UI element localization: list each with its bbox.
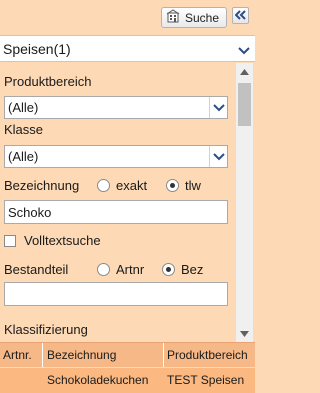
search-button-label: Suche	[185, 10, 220, 25]
chevron-down-icon	[209, 97, 227, 118]
column-header-bezeichnung[interactable]: Bezeichnung	[43, 343, 164, 367]
volltextsuche-checkbox[interactable]: Volltextsuche	[4, 233, 101, 248]
produktbereich-select[interactable]: (Alle)	[4, 96, 228, 119]
checkbox-unchecked[interactable]	[4, 234, 16, 247]
klasse-label: Klasse	[4, 122, 44, 137]
collapse-panel-button[interactable]	[232, 7, 249, 24]
panel-scrollbar[interactable]	[236, 63, 253, 342]
radio-unchecked[interactable]	[97, 179, 110, 192]
scroll-down-icon[interactable]	[236, 325, 253, 342]
cell-produktbereich: TEST Speisen	[167, 373, 245, 387]
bez-label: Bez	[181, 262, 204, 277]
scrollbar-thumb[interactable]	[238, 83, 251, 126]
building-icon	[166, 9, 180, 26]
radio-checked[interactable]	[166, 179, 179, 192]
table-header: Artnr. Bezeichnung Produktbereich	[0, 342, 255, 367]
top-bar: Suche	[0, 0, 255, 34]
table-row[interactable]: Schokoladekuchen TEST Speisen	[0, 368, 255, 393]
bestandteil-label: Bestandteil	[4, 262, 69, 277]
chevron-down-icon	[238, 43, 250, 58]
klassifizierung-label: Klassifizierung	[4, 322, 88, 337]
cell-artnr	[0, 368, 43, 393]
results-table: Artnr. Bezeichnung Produktbereich Schoko…	[0, 342, 255, 393]
klasse-value: (Alle)	[8, 149, 39, 164]
bestandteil-bez-radio[interactable]: Bez	[162, 262, 203, 277]
column-header-artnr[interactable]: Artnr.	[0, 343, 43, 367]
bezeichnung-tlw-radio[interactable]: tlw	[166, 178, 201, 193]
bezeichnung-input[interactable]	[4, 200, 228, 224]
radio-checked[interactable]	[162, 263, 175, 276]
double-chevron-left-icon	[234, 8, 246, 23]
artnr-label: Artnr	[116, 262, 145, 277]
bestandteil-input[interactable]	[4, 282, 228, 306]
klasse-select[interactable]: (Alle)	[4, 145, 228, 168]
bezeichnung-label: Bezeichnung	[4, 178, 80, 193]
produktbereich-value: (Alle)	[8, 100, 39, 115]
bestandteil-artnr-radio[interactable]: Artnr	[97, 262, 144, 277]
bezeichnung-exakt-radio[interactable]: exakt	[97, 178, 147, 193]
tlw-label: tlw	[185, 178, 201, 193]
volltextsuche-label: Volltextsuche	[24, 233, 101, 248]
produktbereich-label: Produktbereich	[4, 74, 92, 89]
filter-panel: Produktbereich (Alle) Klasse (Alle) Beze…	[0, 63, 255, 342]
cell-bezeichnung: Schokoladekuchen	[47, 373, 149, 387]
category-select-value: Speisen(1)	[3, 41, 71, 57]
exakt-label: exakt	[116, 178, 148, 193]
search-button[interactable]: Suche	[161, 7, 227, 28]
category-select[interactable]: Speisen(1)	[0, 35, 255, 62]
chevron-down-icon	[209, 146, 227, 167]
column-header-produktbereich[interactable]: Produktbereich	[164, 343, 255, 367]
scroll-up-icon[interactable]	[236, 63, 253, 80]
radio-unchecked[interactable]	[97, 263, 110, 276]
